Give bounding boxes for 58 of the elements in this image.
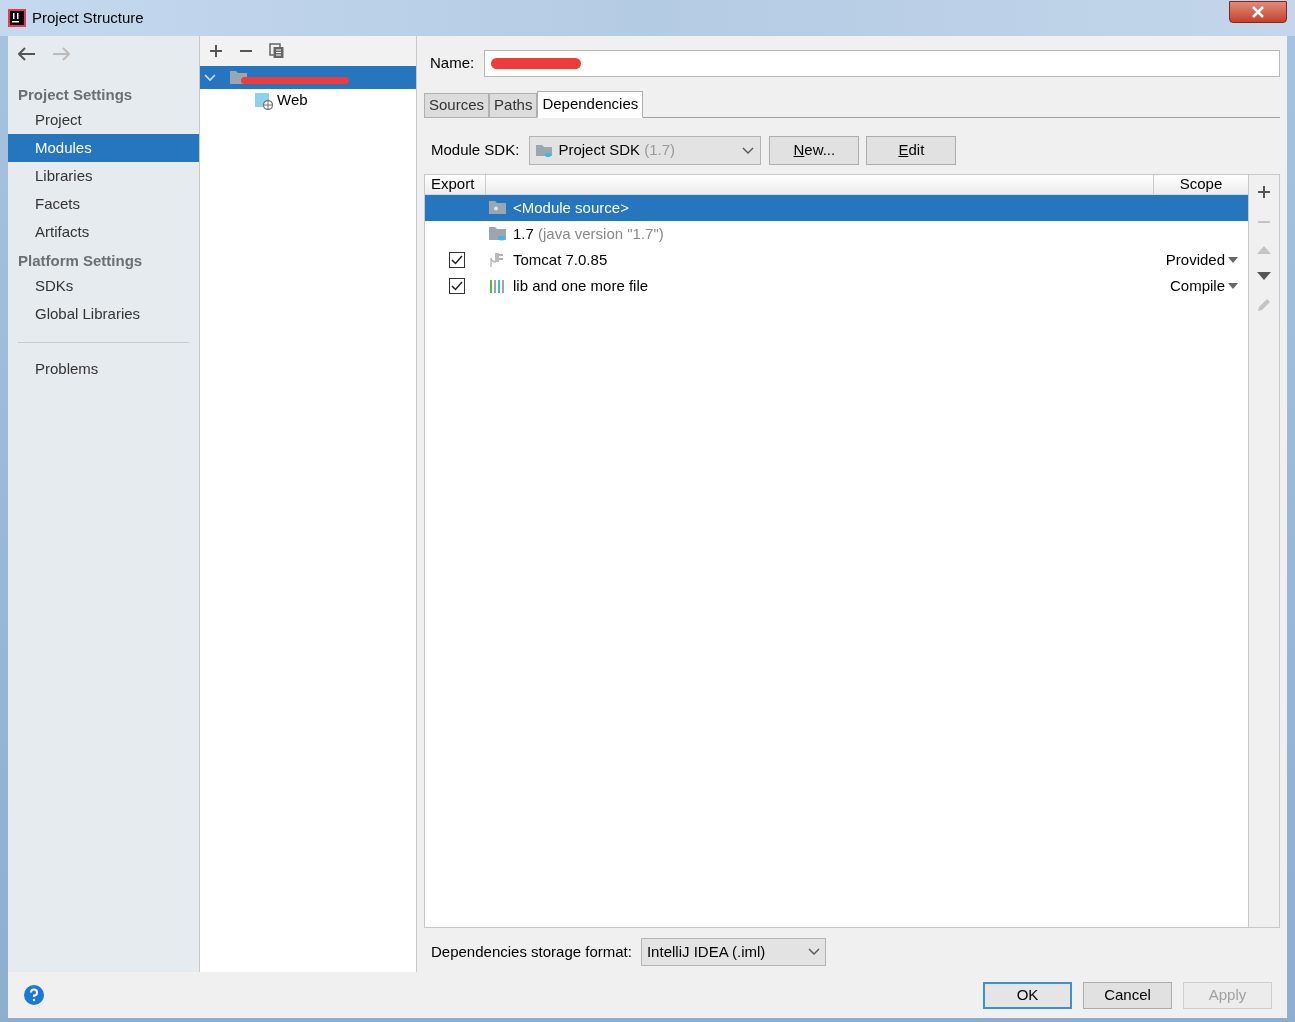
sidebar-item[interactable]: Facets <box>8 190 199 218</box>
sidebar-item[interactable]: Problems <box>8 355 199 383</box>
close-button[interactable] <box>1229 1 1287 23</box>
back-arrow-icon[interactable] <box>18 47 36 61</box>
storage-format-dropdown[interactable]: IntelliJ IDEA (.iml) <box>640 938 826 966</box>
add-icon[interactable] <box>209 44 223 58</box>
module-sdk-label: Module SDK: <box>431 140 520 161</box>
sidebar-item[interactable]: SDKs <box>8 272 199 300</box>
tree-item[interactable]: Web <box>200 89 416 112</box>
chevron-down-icon <box>807 948 820 956</box>
library-icon <box>489 278 507 294</box>
sidebar-item[interactable]: Libraries <box>8 162 199 190</box>
dialog-button[interactable]: Cancel <box>1083 981 1172 1009</box>
checkbox[interactable] <box>449 252 465 268</box>
app-logo-icon <box>8 9 26 27</box>
sdk-folder-icon <box>536 142 555 159</box>
triangle-down-icon <box>1228 283 1238 289</box>
name-field[interactable] <box>484 50 1280 77</box>
dependency-name: <Module source> <box>513 197 630 218</box>
chevron-down-icon[interactable] <box>204 71 216 84</box>
close-icon <box>1251 6 1265 18</box>
dependency-row[interactable]: 1.7 (java version "1.7") <box>425 221 1248 247</box>
dependency-name: lib and one more file <box>513 275 650 296</box>
sidebar-item[interactable]: Artifacts <box>8 218 199 246</box>
dependency-row[interactable]: lib and one more file Compile <box>425 273 1248 299</box>
sdk-button[interactable]: Edit <box>866 136 957 165</box>
checkbox[interactable] <box>449 278 465 294</box>
sdk-button[interactable]: New... <box>769 136 860 165</box>
section-heading: Platform Settings <box>17 250 144 271</box>
module-sdk-dropdown[interactable]: Project SDK (1.7) <box>529 136 762 165</box>
window-title: Project Structure <box>32 7 144 28</box>
dependency-row[interactable]: <Module source> <box>425 195 1248 221</box>
triangle-down-icon[interactable] <box>1257 271 1271 281</box>
help-icon[interactable] <box>24 985 44 1005</box>
sidebar-item[interactable]: Project <box>8 106 199 134</box>
sdk-value: Project SDK (1.7) <box>558 140 677 161</box>
triangle-down-icon <box>1228 257 1238 263</box>
tab[interactable]: Sources <box>424 93 490 118</box>
scope-dropdown[interactable]: Provided <box>1154 248 1248 272</box>
tab[interactable]: Paths <box>489 93 538 118</box>
dependency-name: Tomcat 7.0.85 <box>513 249 609 270</box>
sdk-folder-icon <box>489 226 507 242</box>
dependency-row[interactable]: Tomcat 7.0.85 Provided <box>425 247 1248 273</box>
section-heading: Project Settings <box>17 84 134 105</box>
column-header: Scope <box>1178 174 1224 195</box>
folder-icon <box>489 200 507 216</box>
dialog-button[interactable]: OK <box>983 981 1072 1009</box>
add-icon[interactable] <box>1257 185 1271 199</box>
copy-icon[interactable] <box>269 43 285 59</box>
name-label: Name: <box>430 53 475 74</box>
chevron-down-icon <box>742 146 755 155</box>
storage-format-label: Dependencies storage format: <box>431 941 632 962</box>
sidebar-item[interactable]: Modules <box>8 134 199 162</box>
scope-dropdown[interactable]: Compile <box>1154 274 1248 298</box>
web-icon <box>254 91 274 110</box>
tab[interactable]: Dependencies <box>537 91 644 118</box>
sidebar-item[interactable]: Global Libraries <box>8 300 199 328</box>
dependency-name: 1.7 (java version "1.7") <box>513 223 665 244</box>
